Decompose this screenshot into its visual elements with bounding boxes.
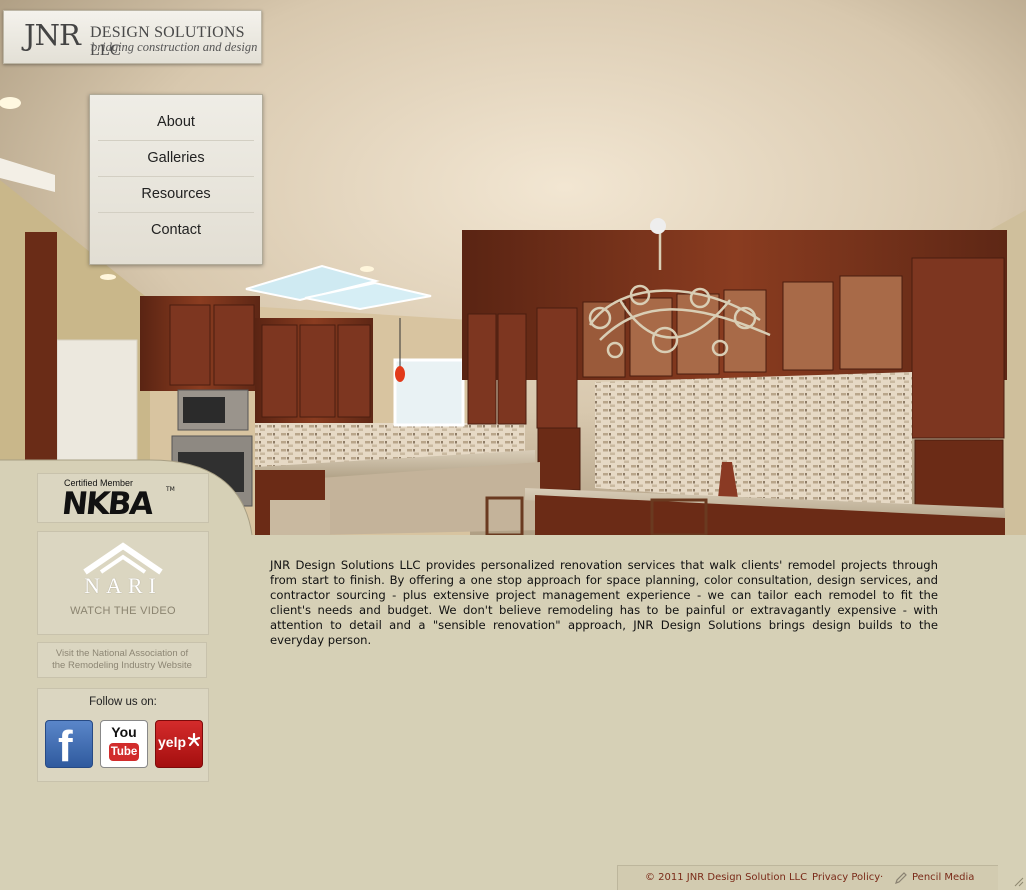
youtube-tube-text: Tube [109,743,139,761]
nari-link-line-2: the Remodeling Industry Website [52,660,192,671]
logo-tagline: bridging construction and design [91,40,258,54]
nkba-logo: NKBA [60,486,154,522]
nav-item-galleries[interactable]: Galleries [98,141,254,177]
facebook-glyph: f [58,722,73,768]
nkba-trademark: TM [166,486,175,493]
yelp-text: yelp [158,734,187,750]
yelp-burst-icon [188,733,200,747]
watch-video-label: WATCH THE VIDEO [70,605,176,617]
privacy-policy-link[interactable]: Privacy Policy [812,866,880,890]
facebook-icon[interactable]: f [45,720,93,768]
intro-paragraph: JNR Design Solutions LLC provides person… [270,558,938,647]
youtube-icon[interactable]: You Tube [100,720,148,768]
social-follow-panel: Follow us on: f You Tube yelp [37,688,209,782]
nari-link-line-1: Visit the National Association of [55,648,189,659]
nari-video-link[interactable]: NARI WATCH THE VIDEO [37,531,209,635]
nari-website-link[interactable]: Visit the National Association of the Re… [37,642,207,678]
pencil-media-link[interactable]: Pencil Media [912,866,974,890]
nkba-badge[interactable]: Certified Member NKBA TM [37,473,209,523]
main-nav: About Galleries Resources Contact [89,94,263,265]
yelp-icon[interactable]: yelp [155,720,203,768]
logo-mark: JNR [24,18,81,52]
footer-separator: · [800,872,804,883]
house-roof-icon [83,542,163,575]
pencil-icon [895,872,907,884]
youtube-you-text: You [111,724,137,740]
footer-separator-2: · [880,872,884,883]
nav-item-about[interactable]: About [98,105,254,141]
resize-grip-icon[interactable] [1012,875,1024,887]
site-logo[interactable]: JNR DESIGN SOLUTIONS LLC bridging constr… [3,10,262,64]
nav-item-resources[interactable]: Resources [98,177,254,213]
copyright-text: © 2011 JNR Design Solution LLC [645,872,808,883]
nav-item-contact[interactable]: Contact [98,213,254,248]
follow-label: Follow us on: [89,696,157,708]
nari-name: NARI [84,573,162,598]
footer: © 2011 JNR Design Solution LLC · Privacy… [617,865,998,890]
